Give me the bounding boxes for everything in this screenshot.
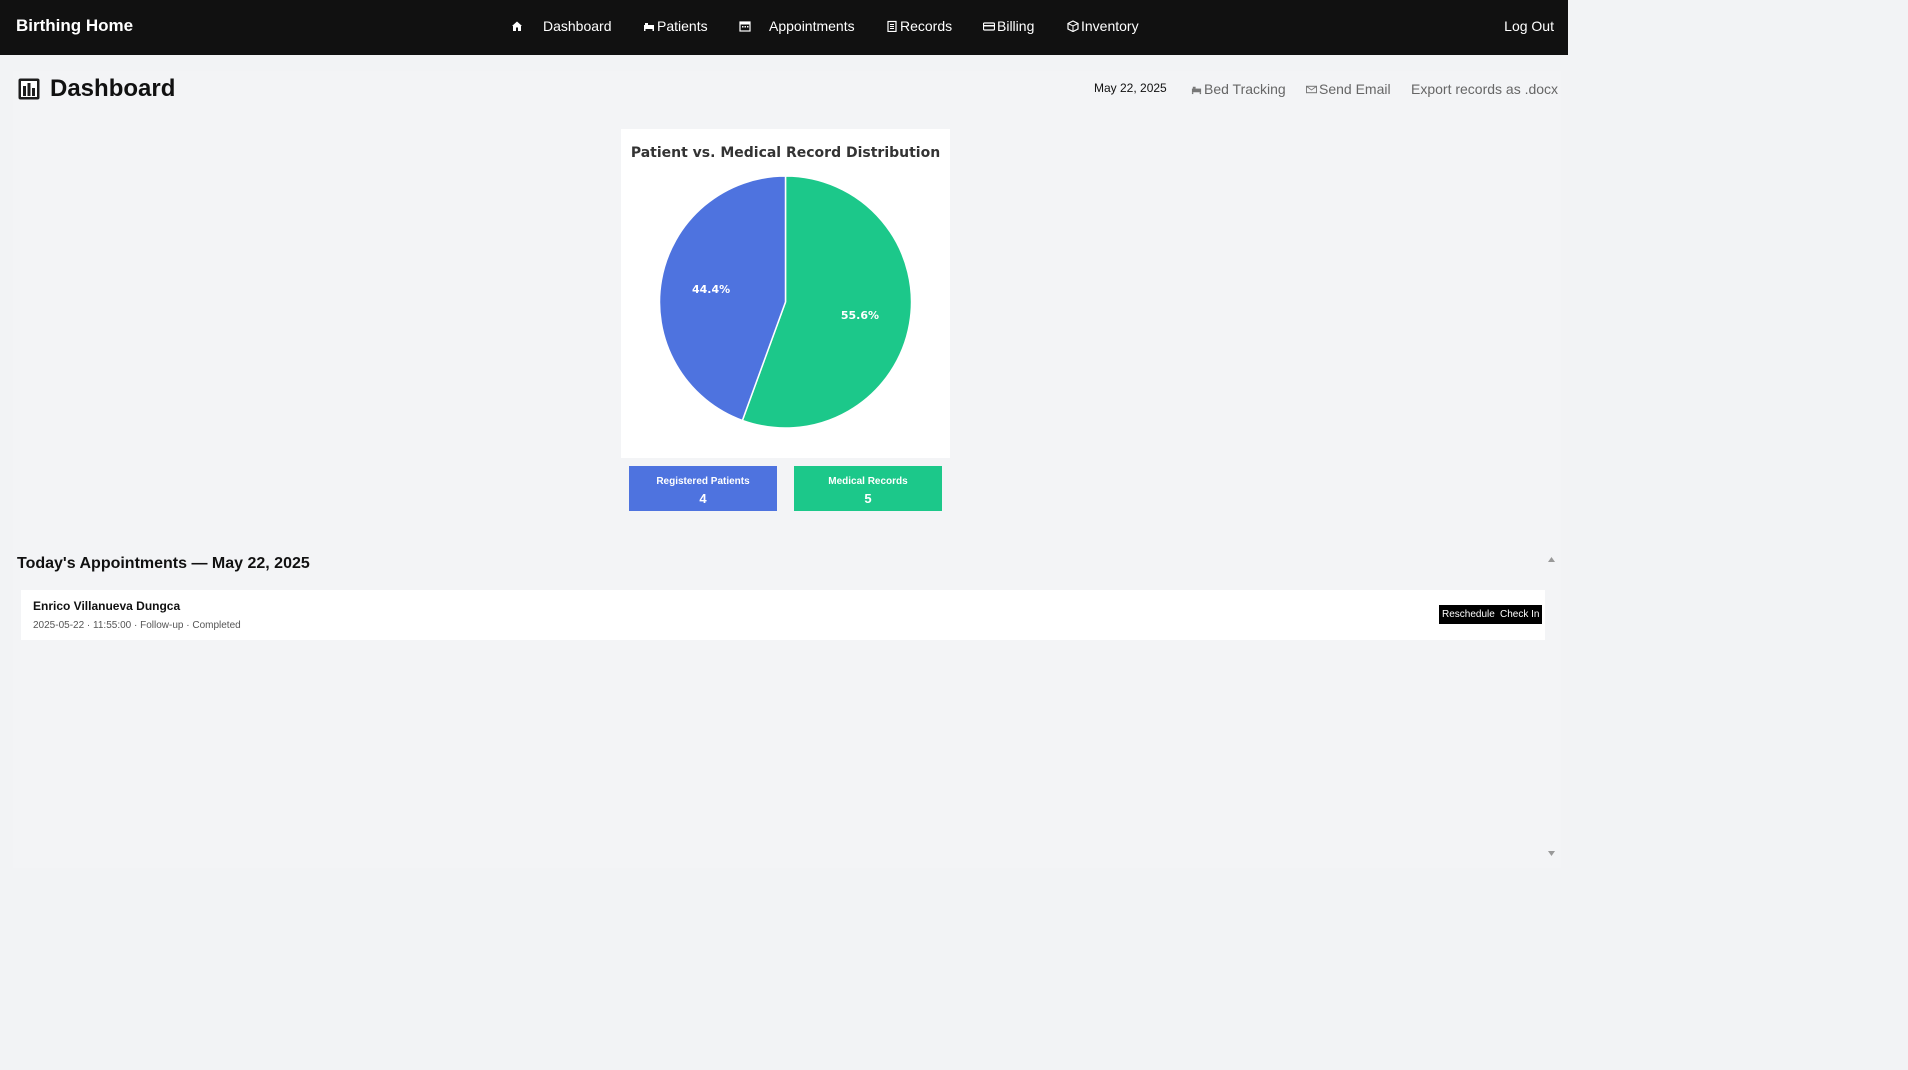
nav-appointments-label: Appointments (769, 18, 855, 34)
bed-tracking-label: Bed Tracking (1204, 81, 1286, 97)
current-date: May 22, 2025 (1094, 81, 1167, 95)
credit-card-icon (983, 20, 995, 32)
export-docx-link[interactable]: Export records as .docx (1411, 81, 1558, 97)
registered-patients-label: Registered Patients (656, 476, 750, 487)
page-title-text: Dashboard (50, 75, 176, 102)
scroll-down-arrow[interactable] (1547, 849, 1556, 858)
appointment-patient-name: Enrico Villanueva Dungca (33, 599, 181, 613)
nav-inventory-label: Inventory (1081, 18, 1139, 34)
scroll-up-arrow[interactable] (1547, 555, 1556, 564)
appointment-row: Enrico Villanueva Dungca 2025-05-22 · 11… (21, 590, 1545, 640)
appointments-title: Today's Appointments — May 22, 2025 (17, 555, 310, 572)
medical-records-card: Medical Records 5 (794, 466, 942, 511)
pie-chart: 55.6% 44.4% (658, 175, 913, 429)
bed-icon (1191, 84, 1202, 95)
bed-icon (643, 20, 655, 32)
registered-patients-card: Registered Patients 4 (629, 466, 777, 511)
medical-records-value: 5 (864, 491, 872, 506)
pie-label-patients: 44.4% (692, 283, 730, 296)
calendar-icon (739, 20, 751, 32)
page-title: Dashboard (18, 75, 175, 103)
nav-billing[interactable]: Billing (983, 18, 1034, 34)
medical-records-label: Medical Records (828, 476, 908, 487)
logout-link[interactable]: Log Out (1504, 18, 1554, 34)
nav-billing-label: Billing (997, 18, 1035, 34)
package-icon (1067, 20, 1079, 32)
bed-tracking-link[interactable]: Bed Tracking (1191, 81, 1286, 97)
registered-patients-value: 4 (699, 491, 707, 506)
pie-label-records: 55.6% (841, 309, 879, 322)
email-icon (1306, 84, 1317, 95)
distribution-chart-card: Patient vs. Medical Record Distribution … (621, 129, 950, 458)
nav-records[interactable]: Records (886, 18, 952, 34)
send-email-label: Send Email (1319, 81, 1391, 97)
nav-patients[interactable]: Patients (643, 18, 708, 34)
house-icon (511, 20, 523, 32)
bar-chart-icon (18, 78, 40, 100)
nav-records-label: Records (900, 18, 953, 34)
nav-appointments[interactable]: Appointments (739, 18, 855, 34)
clipboard-icon (886, 20, 898, 32)
check-in-button[interactable]: Check In (1497, 605, 1543, 624)
nav-dashboard[interactable]: Dashboard (511, 18, 612, 34)
brand-title[interactable]: Birthing Home (16, 16, 133, 36)
send-email-link[interactable]: Send Email (1306, 81, 1391, 97)
nav-dashboard-label: Dashboard (543, 18, 612, 34)
appointment-details: 2025-05-22 · 11:55:00 · Follow-up · Comp… (33, 620, 241, 631)
top-navbar: Birthing Home Dashboard Patients Appoint… (0, 0, 1568, 55)
nav-patients-label: Patients (657, 18, 708, 34)
nav-inventory[interactable]: Inventory (1067, 18, 1139, 34)
reschedule-button[interactable]: Reschedule (1439, 605, 1498, 624)
